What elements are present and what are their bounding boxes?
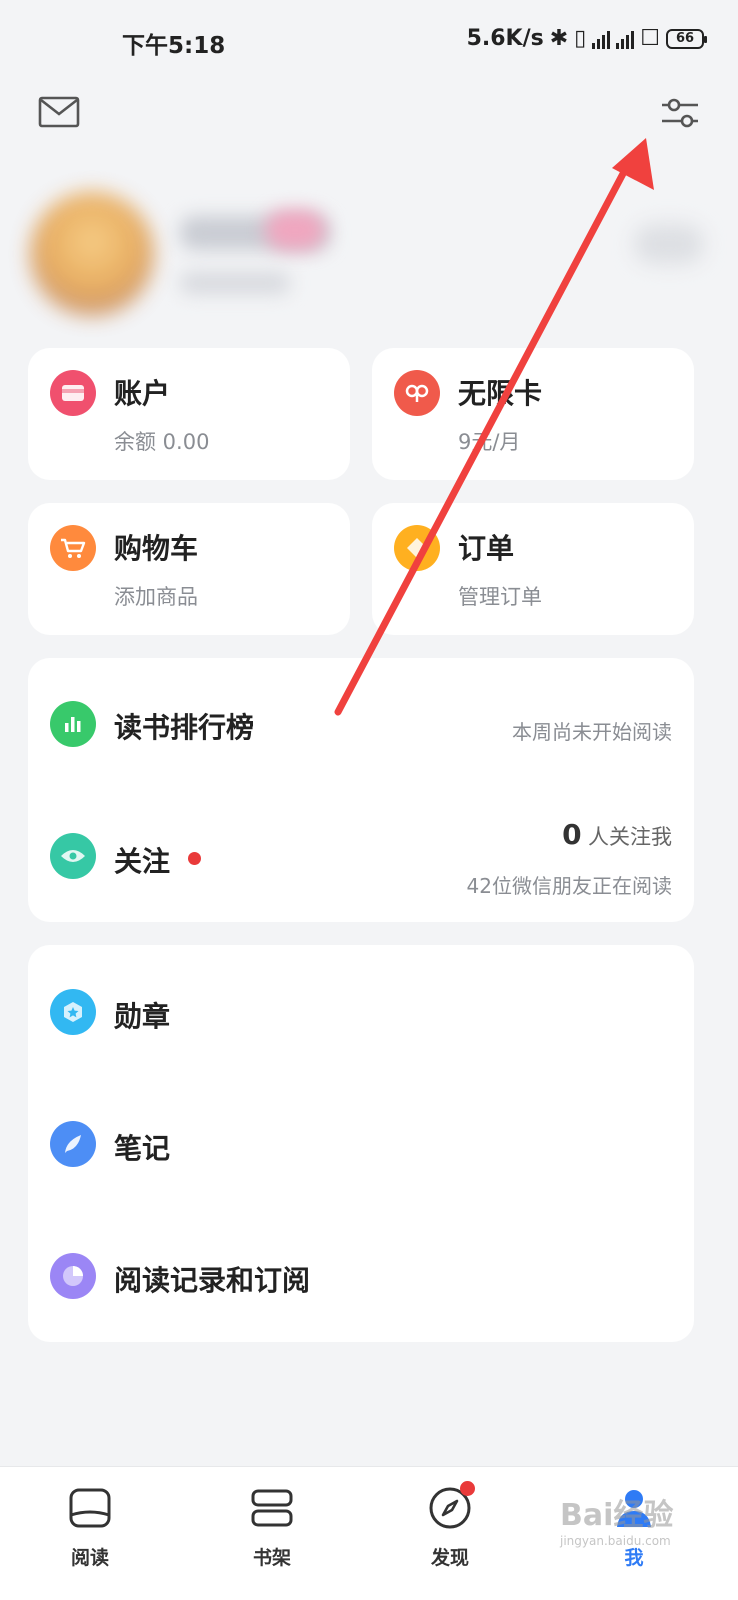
signal-1-icon [592, 29, 611, 49]
ranking-row[interactable]: 读书排行榜 本周尚未开始阅读 [28, 658, 694, 790]
tab-bookshelf-label: 书架 [252, 1547, 291, 1569]
eye-icon [50, 833, 96, 879]
discover-notification-dot [460, 1481, 475, 1496]
signal-2-icon [616, 29, 635, 49]
watermark-text: Bai经验 [560, 1498, 674, 1533]
menu-item-notes[interactable]: 笔记 [28, 1077, 694, 1209]
status-bar: 下午5:18 5.6K/s ✱ ▯ ☐ 66 [0, 0, 738, 84]
cart-card[interactable]: 购物车 添加商品 [28, 503, 350, 635]
profile-header[interactable] [0, 176, 738, 336]
cart-subtitle: 添加商品 [114, 585, 198, 609]
book-open-icon [69, 1488, 111, 1528]
menu-item-history[interactable]: 阅读记录和订阅 [28, 1209, 694, 1341]
ranking-label: 读书排行榜 [114, 711, 255, 744]
follower-count-suffix: 人关注我 [588, 825, 672, 849]
follow-label: 关注 [114, 845, 171, 878]
orders-card[interactable]: 订单 管理订单 [372, 503, 694, 635]
account-card[interactable]: 账户 余额 0.00 [28, 348, 350, 480]
medals-label: 勋章 [114, 1000, 171, 1033]
cart-title: 购物车 [114, 532, 199, 565]
unlimited-card[interactable]: 无限卡 9元/月 [372, 348, 694, 480]
tab-read[interactable]: 阅读 [40, 1485, 140, 1570]
mail-icon[interactable] [38, 96, 80, 128]
status-icons: 5.6K/s ✱ ▯ ☐ 66 [466, 26, 707, 51]
order-icon [394, 525, 440, 571]
ranking-status: 本周尚未开始阅读 [512, 720, 672, 744]
follow-notification-dot [188, 852, 201, 865]
history-label: 阅读记录和订阅 [114, 1264, 311, 1297]
vibrate-icon: ▯ [574, 26, 587, 51]
tab-discover-label: 发现 [430, 1547, 469, 1569]
bar-chart-icon [50, 701, 96, 747]
unlimited-price: 9元/月 [458, 430, 521, 454]
tab-discover[interactable]: 发现 [400, 1481, 500, 1570]
tab-read-label: 阅读 [70, 1547, 109, 1569]
account-title: 账户 [114, 377, 171, 410]
account-balance: 余额 0.00 [114, 430, 210, 454]
status-time: 下午5:18 [122, 33, 226, 59]
friends-reading: 42位微信朋友正在阅读 [466, 874, 672, 898]
settings-sliders-icon[interactable] [660, 96, 700, 130]
orders-subtitle: 管理订单 [458, 585, 542, 609]
blurred-subtitle [180, 272, 290, 294]
battery-icon: 66 [666, 28, 707, 49]
unlimited-title: 无限卡 [458, 377, 543, 410]
wallet-icon [50, 370, 96, 416]
orders-title: 订单 [458, 532, 515, 565]
social-card: 读书排行榜 本周尚未开始阅读 关注 0 人关注我 42位微信朋友正在阅读 [28, 658, 694, 922]
blurred-right-element [634, 224, 704, 264]
cart-icon [50, 525, 96, 571]
feather-icon [50, 1121, 96, 1167]
avatar[interactable] [30, 192, 154, 316]
follow-row[interactable]: 关注 0 人关注我 42位微信朋友正在阅读 [28, 790, 694, 922]
network-speed: 5.6K/s [466, 26, 544, 51]
notes-label: 笔记 [114, 1132, 171, 1165]
baidu-watermark: Bai经验 jingyan.baidu.com [560, 1490, 730, 1560]
bluetooth-icon: ✱ [549, 26, 569, 51]
infinity-card-icon [394, 370, 440, 416]
wifi-icon: ☐ [640, 26, 660, 51]
medal-icon [50, 989, 96, 1035]
follower-count: 0 人关注我 [562, 818, 672, 851]
history-icon [50, 1253, 96, 1299]
menu-card: 勋章 笔记 阅读记录和订阅 [28, 945, 694, 1342]
menu-item-medals[interactable]: 勋章 [28, 945, 694, 1077]
bookshelf-icon [251, 1489, 293, 1527]
watermark-url: jingyan.baidu.com [560, 1534, 671, 1548]
tab-bookshelf[interactable]: 书架 [222, 1485, 322, 1570]
blurred-badge [265, 210, 325, 250]
follower-count-number: 0 [562, 818, 582, 851]
